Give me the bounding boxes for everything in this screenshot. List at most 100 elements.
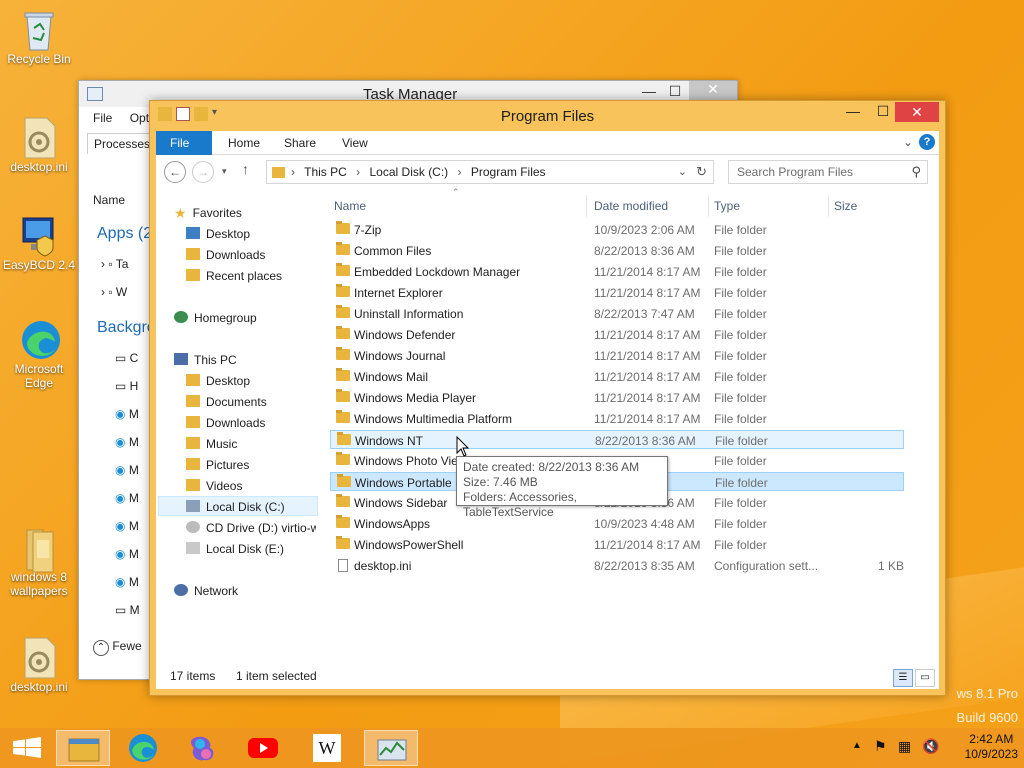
process-row[interactable]: ◉ M [115,519,139,533]
help-icon[interactable]: ? [919,134,935,150]
desktop-icon-easybcd[interactable]: EasyBCD 2.4 [1,214,77,272]
process-row[interactable]: › ▫ Ta [101,257,128,271]
close-icon[interactable]: ✕ [689,81,737,101]
desktop-icon-desktop-ini-2[interactable]: desktop.ini [1,636,77,694]
file-row[interactable]: Internet Explorer 11/21/2014 8:17 AM File … [330,283,904,302]
apps-group: Apps (2 [97,225,153,242]
column-header-date[interactable]: Date modified [594,199,668,213]
nav-recent-places[interactable]: Recent places [186,266,282,286]
process-row[interactable]: ▭ C [115,351,138,365]
nav-local-disk-c[interactable]: Local Disk (C:) [158,496,318,516]
file-row[interactable]: Windows Mail 11/21/2014 8:17 AM File folde… [330,367,904,386]
file-row[interactable]: Windows Multimedia Platform 11/21/2014 8:… [330,409,904,428]
nav-pc-downloads[interactable]: Downloads [186,413,265,433]
action-center-flag-icon[interactable]: ⚑ [874,738,887,755]
file-row[interactable]: Common Files 8/22/2013 8:36 AM File folder [330,241,904,260]
nav-favorites[interactable]: ★ Favorites [174,203,242,223]
nav-network[interactable]: Network [174,581,238,601]
tab-processes[interactable]: Processes [87,133,158,154]
fewer-details-button[interactable]: ⌃ Fewe [93,639,142,656]
nav-pc-pictures[interactable]: Pictures [186,455,249,475]
nav-this-pc[interactable]: This PC [174,350,237,370]
process-row[interactable]: ◉ M [115,547,139,561]
column-divider[interactable] [828,195,829,217]
column-divider[interactable] [708,195,709,217]
nav-favorites-downloads[interactable]: Downloads [186,245,265,265]
maximize-icon[interactable]: ☐ [661,83,689,101]
file-row[interactable]: desktop.ini 8/22/2013 8:35 AM Configuratio… [330,556,904,575]
desktop-icon-edge[interactable]: Microsoft Edge [1,318,77,390]
file-row[interactable]: Windows Media Player 11/21/2014 8:17 AM Fi… [330,388,904,407]
address-bar[interactable]: › This PC › Local Disk (C:) › Program Fi… [266,160,714,184]
process-row[interactable]: ◉ M [115,491,139,505]
process-row[interactable]: ◉ M [115,435,139,449]
process-row[interactable]: ▭ H [115,379,138,393]
desktop-icon-recycle-bin[interactable]: Recycle Bin [1,8,77,66]
process-row[interactable]: ◉ M [115,575,139,589]
minimize-icon[interactable]: — [840,103,866,123]
nav-local-disk-e[interactable]: Local Disk (E:) [186,539,284,559]
file-row[interactable]: 7-Zip 10/9/2023 2:06 AM File folder [330,220,904,239]
back-button[interactable]: ← [164,161,186,183]
menu-file[interactable]: File [93,111,112,125]
process-row[interactable]: › ▫ W [101,285,127,299]
breadcrumb-local-disk[interactable]: Local Disk (C:) [370,165,449,179]
show-hidden-icons[interactable]: ▲ [852,740,862,751]
volume-muted-icon[interactable]: 🔇 [922,738,939,755]
file-row[interactable]: Uninstall Information 8/22/2013 7:47 AM Fi… [330,304,904,323]
column-divider[interactable] [586,195,587,217]
desktop-icon-desktop-ini[interactable]: desktop.ini [1,116,77,174]
tab-file[interactable]: File [156,131,212,155]
search-icon[interactable]: ⚲ [911,164,921,180]
explorer-window[interactable]: ▾ Program Files — ☐ ✕ File Home Share Vi… [149,100,946,696]
clock[interactable]: 2:42 AM 10/9/2023 [965,732,1018,762]
taskbar-file-explorer[interactable] [56,730,110,766]
column-header-name[interactable]: Name [334,199,366,213]
taskbar-edge[interactable] [116,730,170,766]
process-row[interactable]: ◉ M [115,463,139,477]
file-row[interactable]: Windows Defender 11/21/2014 8:17 AM File f… [330,325,904,344]
taskbar-task-manager[interactable] [364,730,418,766]
file-row[interactable]: Embedded Lockdown Manager 11/21/2014 8:17… [330,262,904,281]
nav-cd-drive[interactable]: CD Drive (D:) virtio-w [186,518,316,538]
up-arrow-icon[interactable]: ↑ [242,161,249,177]
network-icon[interactable]: ▦ [898,738,911,755]
start-button[interactable] [0,730,54,766]
taskbar-copilot[interactable] [176,730,230,766]
nav-homegroup[interactable]: Homegroup [174,308,257,328]
nav-pc-videos[interactable]: Videos [186,476,242,496]
recent-locations-icon[interactable]: ▾ [222,166,227,177]
taskbar-youtube[interactable] [236,730,290,766]
file-row[interactable]: WindowsPowerShell 11/21/2014 8:17 AM File … [330,535,904,554]
process-row[interactable]: ◉ M [115,407,139,421]
column-header-type[interactable]: Type [714,199,740,213]
minimize-icon[interactable]: — [635,83,663,101]
close-icon[interactable]: ✕ [895,102,939,122]
maximize-icon[interactable]: ☐ [870,103,896,123]
tab-share[interactable]: Share [270,131,330,155]
nav-pc-desktop[interactable]: Desktop [186,371,250,391]
tab-view[interactable]: View [328,131,382,155]
large-icons-view-icon[interactable]: ▭ [915,669,935,687]
nav-pc-documents[interactable]: Documents [186,392,267,412]
file-row[interactable]: Windows Journal 11/21/2014 8:17 AM File fo… [330,346,904,365]
nav-pc-music[interactable]: Music [186,434,237,454]
taskbar-wikipedia[interactable]: W [300,730,354,766]
youtube-icon [248,738,278,758]
nav-favorites-desktop[interactable]: Desktop [186,224,250,244]
tab-home[interactable]: Home [214,131,274,155]
forward-button[interactable]: → [192,161,214,183]
breadcrumb-program-files[interactable]: Program Files [471,165,546,179]
chevron-down-icon[interactable]: ⌄ [903,135,913,149]
chevron-down-icon[interactable]: ⌄ [678,165,687,178]
process-row[interactable]: ▭ M [115,603,140,617]
desktop-icon-wallpapers-folder[interactable]: windows 8 wallpapers [1,526,77,598]
column-header-size[interactable]: Size [834,199,857,213]
file-row[interactable]: Windows NT 8/22/2013 8:36 AM File folder [330,430,904,449]
column-name[interactable]: Name [93,193,125,207]
breadcrumb-this-pc[interactable]: This PC [304,165,347,179]
explorer-titlebar[interactable]: ▾ Program Files — ☐ ✕ [150,101,945,131]
details-view-icon[interactable]: ☰ [893,669,913,687]
refresh-icon[interactable]: ↻ [696,164,707,180]
search-input[interactable] [737,162,907,182]
